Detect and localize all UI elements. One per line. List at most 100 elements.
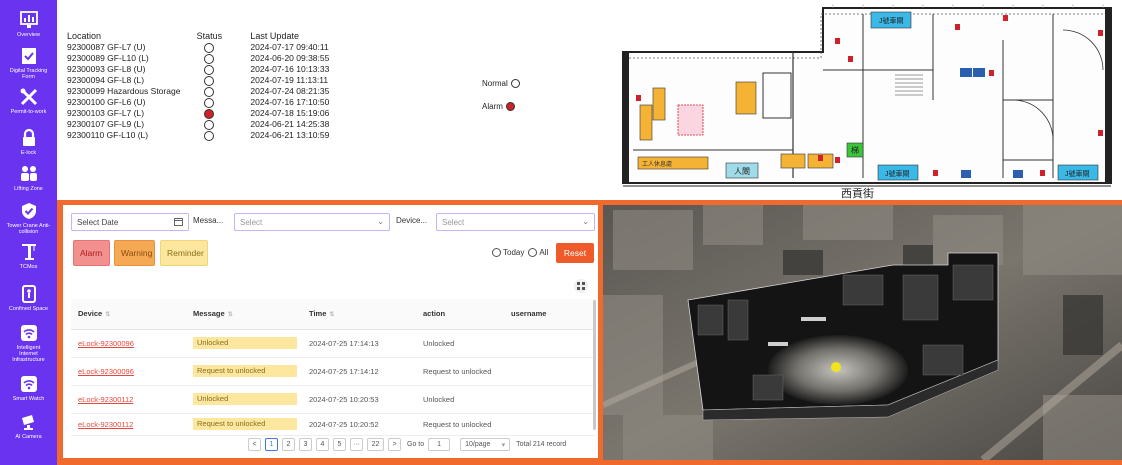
sidebar-item-label: Smart Watch bbox=[12, 396, 45, 402]
message-select[interactable]: Select ⌄ bbox=[234, 213, 390, 231]
all-radio[interactable] bbox=[528, 248, 538, 257]
page-button-4[interactable]: 4 bbox=[316, 438, 329, 451]
floor-label-top-gate: J號車閘 bbox=[879, 16, 904, 25]
message-tag: Unlocked bbox=[193, 393, 297, 405]
username-cell bbox=[504, 413, 595, 436]
sidebar-item-label: TCMos bbox=[19, 264, 38, 270]
table-row: eLock-92300112 Request to unlocked 2024-… bbox=[71, 413, 595, 436]
page-button-22[interactable]: 22 bbox=[367, 438, 384, 451]
pagination: < 1 2 3 4 5 ··· 22 > Go to 1 10/page ▾ To… bbox=[248, 438, 566, 451]
calendar-icon bbox=[174, 217, 183, 228]
goto-label: Go to bbox=[407, 441, 425, 448]
alarm-filter-tag[interactable]: Alarm bbox=[73, 240, 110, 266]
today-radio-label: Today bbox=[503, 248, 525, 257]
wifi-icon bbox=[18, 374, 40, 394]
reminder-filter-tag[interactable]: Reminder bbox=[160, 240, 208, 266]
time-cell: 2024-07-25 17:14:13 bbox=[302, 329, 416, 358]
device-filter-label: Device... bbox=[396, 216, 428, 225]
username-cell bbox=[504, 329, 595, 358]
last-update-cell: 2024-06-20 09:38:55 bbox=[250, 53, 330, 63]
sidebar-item-intelligent-internet-infrastructure[interactable]: Intelligent Internet Infrastructure bbox=[0, 323, 57, 363]
message-tag: Unlocked bbox=[193, 337, 297, 349]
next-page-button[interactable]: > bbox=[388, 438, 401, 451]
sidebar-item-label: Digital Tracking Form bbox=[9, 68, 48, 80]
table-scrollbar[interactable] bbox=[593, 300, 596, 430]
sidebar-item-label: Tower Crane Anti- collision bbox=[6, 223, 51, 235]
today-radio[interactable] bbox=[492, 248, 501, 257]
sidebar-item-digital-tracking-form[interactable]: Digital Tracking Form bbox=[0, 46, 57, 80]
time-cell: 2024-07-25 10:20:52 bbox=[302, 413, 416, 436]
people-icon bbox=[18, 164, 40, 184]
column-settings-icon[interactable] bbox=[574, 279, 588, 293]
alarm-dot-icon bbox=[505, 102, 515, 111]
lock-events-table: Device ⇅ Message ⇅ Time ⇅ action username e… bbox=[71, 299, 595, 436]
device-link[interactable]: eLock-92300096 bbox=[78, 367, 134, 376]
page-ellipsis-button[interactable]: ··· bbox=[350, 438, 363, 451]
floor-plan-drawing: 工人休息處 J號車閘 人閘 J號車閘 J號車閘 梯 西貢街 bbox=[603, 0, 1122, 200]
location-cell: 92300093 GF-L8 (U) bbox=[67, 64, 146, 74]
last-update-cell: 2024-06-21 13:10:59 bbox=[250, 130, 330, 140]
3d-building-view[interactable] bbox=[603, 205, 1122, 460]
last-update-cell: 2024-07-18 15:19:06 bbox=[250, 108, 330, 118]
action-cell: Request to unlocked bbox=[416, 413, 504, 436]
device-link[interactable]: eLock-92300096 bbox=[78, 339, 134, 348]
floor-label-rest-area: 工人休息處 bbox=[642, 160, 672, 168]
sidebar-item-permit-to-work[interactable]: Permit-to-work bbox=[0, 87, 57, 115]
action-cell: Request to unlocked bbox=[416, 357, 504, 386]
location-header: Location bbox=[67, 30, 102, 41]
page-size-select[interactable]: 10/page ▾ bbox=[460, 438, 511, 451]
status-normal-indicator bbox=[204, 42, 215, 53]
reset-button[interactable]: Reset bbox=[556, 243, 594, 263]
floor-label-gate-2: J號車閘 bbox=[885, 169, 910, 178]
sidebar-item-confined-space[interactable]: Confined Space bbox=[0, 284, 57, 312]
action-column-header: action bbox=[416, 299, 504, 330]
device-select[interactable]: Select ⌄ bbox=[436, 213, 595, 231]
last-update-header: Last Update bbox=[250, 30, 299, 41]
page-button-2[interactable]: 2 bbox=[282, 438, 295, 451]
sidebar-item-tower-crane-anti-collision[interactable]: Tower Crane Anti- collision bbox=[0, 201, 57, 235]
action-cell: Unlocked bbox=[416, 385, 504, 414]
sidebar-item-label: Permit-to-work bbox=[10, 109, 47, 115]
status-normal-indicator bbox=[204, 97, 215, 108]
sidebar-item-label: Lifting Zone bbox=[14, 186, 43, 192]
shield-check-icon bbox=[18, 201, 40, 221]
sidebar-item-smart-watch[interactable]: Smart Watch bbox=[0, 374, 57, 402]
page-button-5[interactable]: 5 bbox=[333, 438, 346, 451]
action-cell: Unlocked bbox=[416, 329, 504, 358]
date-picker[interactable]: Select Date bbox=[71, 213, 189, 231]
status-normal-indicator bbox=[204, 119, 215, 130]
status-normal-indicator bbox=[204, 86, 215, 97]
location-cell: 92300110 GF-L10 (L) bbox=[67, 130, 149, 140]
time-column-header[interactable]: Time ⇅ bbox=[302, 299, 416, 330]
warning-filter-tag[interactable]: Warning bbox=[114, 240, 155, 266]
message-tag: Request to unlocked bbox=[193, 418, 297, 430]
sidebar-item-e-lock[interactable]: E-lock bbox=[0, 128, 57, 156]
device-column-header[interactable]: Device ⇅ bbox=[71, 299, 186, 330]
username-cell bbox=[504, 357, 595, 386]
sidebar-item-ai-camera[interactable]: AI Camera bbox=[0, 412, 57, 440]
device-link[interactable]: eLock-92300112 bbox=[78, 420, 133, 429]
sidebar-item-overview[interactable]: Overview bbox=[0, 10, 57, 38]
status-normal-indicator bbox=[204, 130, 215, 141]
chevron-down-icon: ⌄ bbox=[377, 217, 384, 226]
message-column-header[interactable]: Message ⇅ bbox=[186, 299, 302, 330]
tools-icon bbox=[18, 87, 40, 107]
sidebar-item-label: AI Camera bbox=[15, 434, 42, 440]
last-update-cell: 2024-07-16 17:10:50 bbox=[250, 97, 330, 107]
location-cell: 92300087 GF-L7 (U) bbox=[67, 42, 146, 52]
table-row: 92300089 GF-L10 (L) 2024-06-20 09:38:55 bbox=[67, 53, 358, 64]
page-button-1[interactable]: 1 bbox=[265, 438, 278, 451]
goto-page-input[interactable]: 1 bbox=[428, 438, 451, 451]
status-normal-indicator bbox=[204, 75, 215, 86]
prev-page-button[interactable]: < bbox=[248, 438, 261, 451]
sidebar-item-tcmos[interactable]: TCMos bbox=[0, 242, 57, 270]
floor-label-gate-3: J號車閘 bbox=[1065, 169, 1090, 178]
device-link[interactable]: eLock-92300112 bbox=[78, 395, 133, 404]
table-row: eLock-92300096 Request to unlocked 2024-… bbox=[71, 357, 595, 386]
location-cell: 92300100 GF-L6 (U) bbox=[67, 97, 146, 107]
floor-plan: 工人休息處 J號車閘 人閘 J號車閘 J號車閘 梯 西貢街 bbox=[603, 0, 1122, 200]
page-button-3[interactable]: 3 bbox=[299, 438, 312, 451]
status-normal-indicator bbox=[204, 64, 215, 75]
sidebar-item-lifting-zone[interactable]: Lifting Zone bbox=[0, 164, 57, 192]
camera-icon bbox=[18, 412, 40, 432]
